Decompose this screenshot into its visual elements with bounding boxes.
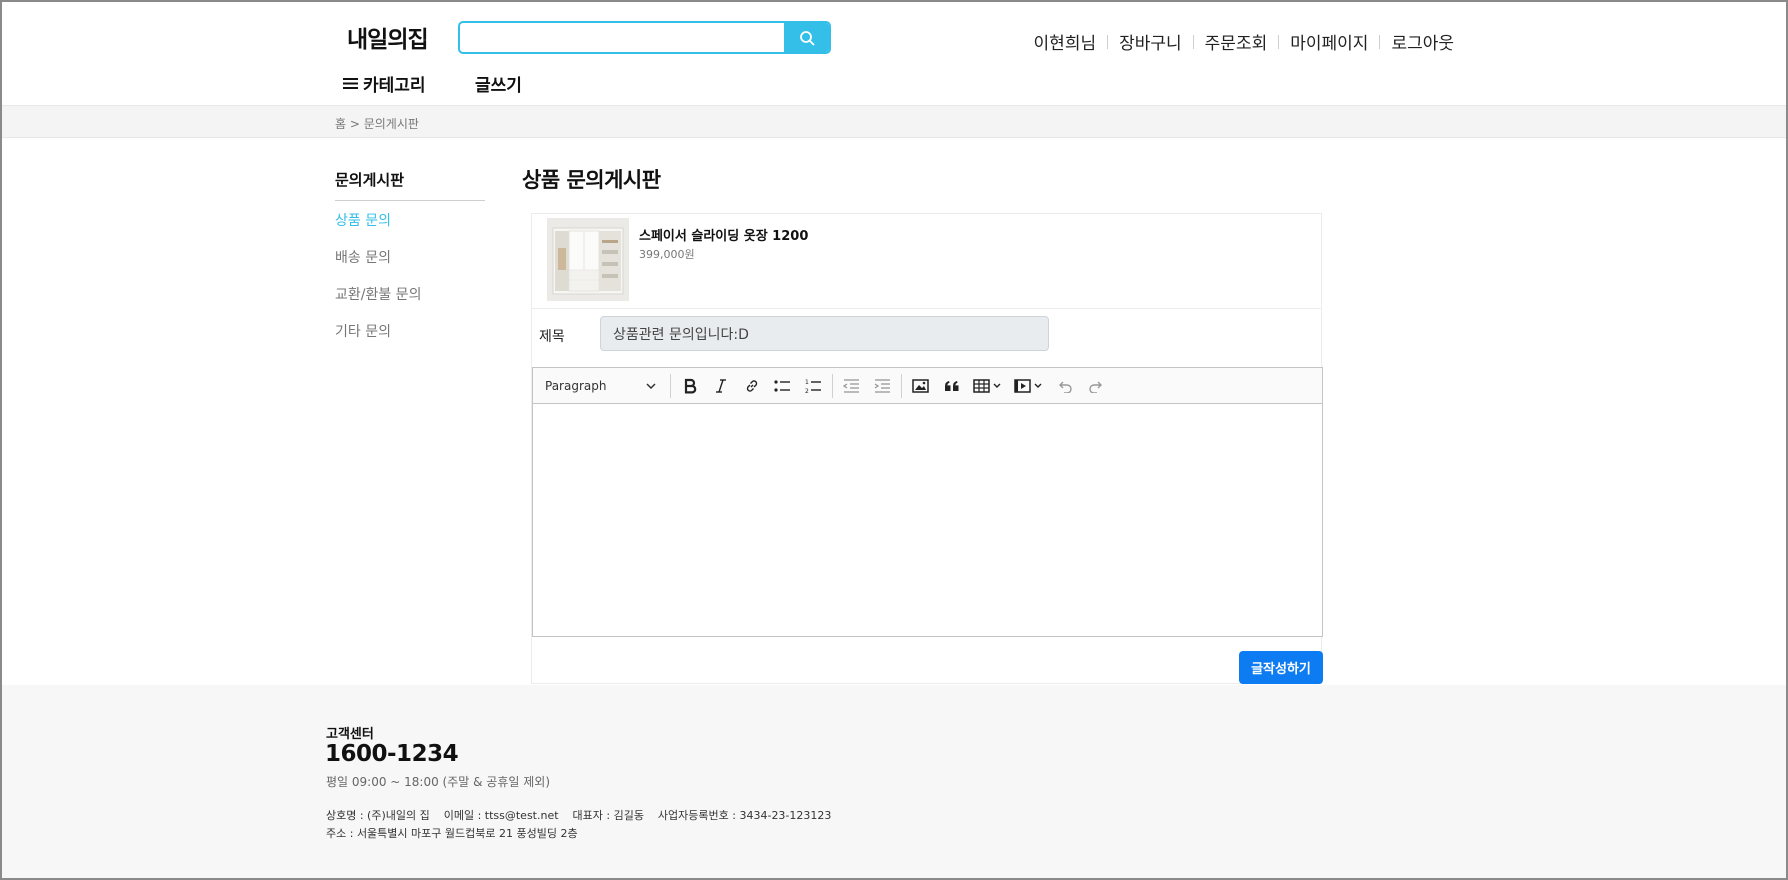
italic-icon [715, 378, 726, 393]
sidebar-item-return-inquiry[interactable]: 교환/환불 문의 [335, 284, 421, 321]
toolbar-divider [832, 373, 833, 398]
customer-center-title: 고객센터 [326, 727, 374, 742]
undo-button[interactable] [1049, 371, 1080, 401]
breadcrumb: 홈 > 문의게시판 [335, 117, 419, 131]
bold-icon [684, 378, 696, 393]
chevron-down-icon [646, 382, 656, 389]
sidebar-item-other-inquiry[interactable]: 기타 문의 [335, 321, 421, 358]
breadcrumb-bar: 홈 > 문의게시판 [2, 105, 1786, 138]
nav-cart-link[interactable]: 장바구니 [1119, 29, 1182, 54]
editor-toolbar: Paragraph 12 [533, 368, 1322, 404]
insert-image-button[interactable] [905, 371, 936, 401]
search-bar [458, 21, 831, 54]
sidebar-title: 문의게시판 [335, 169, 485, 201]
subject-input[interactable] [600, 316, 1049, 351]
insert-media-button[interactable] [1008, 371, 1049, 401]
sidebar-item-shipping-inquiry[interactable]: 배송 문의 [335, 247, 421, 284]
table-icon [973, 378, 1001, 393]
indent-icon [874, 378, 890, 393]
insert-table-button[interactable] [967, 371, 1008, 401]
block-format-dropdown[interactable]: Paragraph [533, 368, 667, 404]
footer: 고객센터 1600-1234 평일 09:00 ~ 18:00 (주말 & 공휴… [2, 685, 1786, 878]
product-summary: 스페이서 슬라이딩 옷장 1200 399,000원 [532, 214, 1321, 309]
italic-button[interactable] [705, 371, 736, 401]
editor-content-area[interactable] [533, 404, 1322, 636]
product-thumbnail [547, 218, 629, 301]
page-title: 상품 문의게시판 [522, 168, 661, 192]
image-icon [912, 378, 929, 393]
write-link[interactable]: 글쓰기 [475, 71, 522, 96]
customer-center-phone: 1600-1234 [325, 741, 459, 767]
block-format-value: Paragraph [545, 378, 607, 393]
top-nav: 이현희님 장바구니 주문조회 마이페이지 로그아웃 [1034, 29, 1454, 54]
bulleted-list-icon [774, 379, 790, 392]
search-icon [799, 30, 814, 45]
outdent-button[interactable] [836, 371, 867, 401]
block-quote-button[interactable] [936, 371, 967, 401]
wardrobe-image [547, 218, 629, 301]
bulleted-list-button[interactable] [767, 371, 798, 401]
nav-logout-link[interactable]: 로그아웃 [1391, 29, 1454, 54]
business-address: 주소 : 서울특별시 마포구 월드컵북로 21 풍성빌딩 2층 [326, 827, 578, 840]
link-button[interactable] [736, 371, 767, 401]
nav-mypage-link[interactable]: 마이페이지 [1290, 29, 1368, 54]
redo-button[interactable] [1080, 371, 1111, 401]
numbered-list-button[interactable]: 12 [798, 371, 829, 401]
svg-text:1: 1 [805, 379, 809, 386]
toolbar-divider [901, 373, 902, 398]
toolbar-divider [670, 373, 671, 398]
nav-divider [1379, 34, 1381, 49]
indent-button[interactable] [867, 371, 898, 401]
sidebar-menu: 상품 문의 배송 문의 교환/환불 문의 기타 문의 [335, 210, 421, 358]
subject-label: 제목 [539, 329, 565, 345]
numbered-list-icon: 12 [805, 379, 821, 394]
search-button[interactable] [784, 23, 829, 52]
nav-divider [1278, 34, 1280, 49]
outdent-icon [843, 378, 859, 393]
nav-divider [1192, 34, 1194, 49]
category-label: 카테고리 [363, 76, 426, 96]
sidebar-item-product-inquiry[interactable]: 상품 문의 [335, 210, 421, 247]
hamburger-icon [343, 78, 358, 89]
category-menu-button[interactable]: 카테고리 [343, 71, 426, 96]
submit-post-button[interactable]: 글작성하기 [1239, 651, 1323, 684]
rich-text-editor: Paragraph 12 [532, 367, 1323, 637]
redo-icon [1088, 381, 1102, 393]
quote-icon [944, 380, 958, 391]
inquiry-form: 스페이서 슬라이딩 옷장 1200 399,000원 제목 Paragraph [531, 213, 1323, 684]
nav-user-name[interactable]: 이현희님 [1034, 29, 1097, 54]
undo-icon [1058, 381, 1072, 393]
media-icon [1014, 378, 1042, 393]
business-info: 상호명 : (주)내일의 집 이메일 : ttss@test.net 대표자 :… [326, 809, 832, 822]
nav-divider [1107, 34, 1109, 49]
product-price: 399,000원 [639, 248, 695, 261]
site-logo[interactable]: 내일의집 [347, 20, 429, 54]
product-name: 스페이서 슬라이딩 옷장 1200 [639, 229, 809, 244]
svg-text:2: 2 [805, 388, 809, 394]
nav-orders-link[interactable]: 주문조회 [1205, 29, 1268, 54]
bold-button[interactable] [674, 371, 705, 401]
search-input[interactable] [460, 23, 784, 52]
link-icon [746, 379, 757, 392]
customer-center-hours: 평일 09:00 ~ 18:00 (주말 & 공휴일 제외) [326, 775, 551, 789]
